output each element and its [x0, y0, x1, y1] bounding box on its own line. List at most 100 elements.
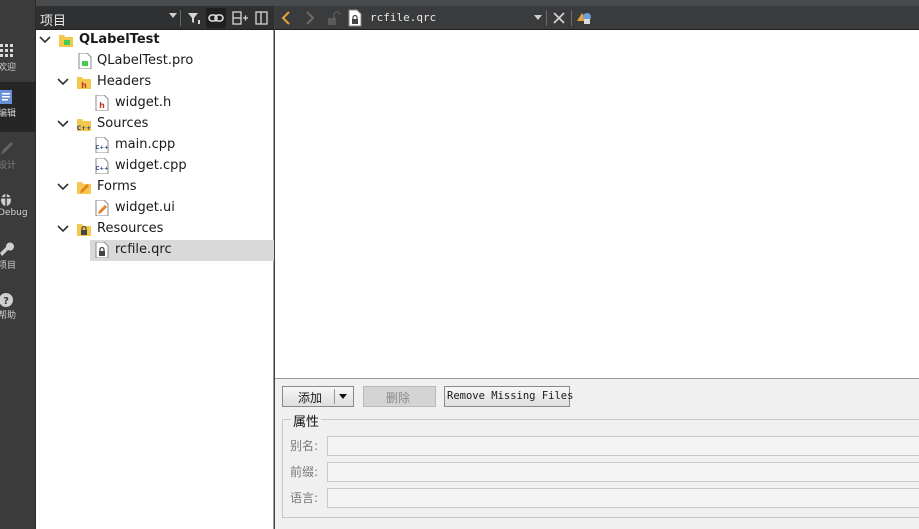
open-file-combo[interactable]: rcfile.qrc [370, 11, 436, 24]
cpp-file-icon: C++ [95, 137, 109, 153]
remove-missing-files-label: Remove Missing Files [447, 390, 574, 402]
pencil-icon [1, 142, 13, 155]
mode-design-label: 设计 [0, 161, 17, 171]
tree-item-headers[interactable]: h Headers [36, 72, 274, 93]
arrow-right-icon [306, 11, 315, 25]
svg-text:h: h [81, 81, 87, 90]
alias-label: 别名: [290, 439, 319, 453]
expand-arrow-icon[interactable] [57, 119, 69, 129]
tree-item-label: rcfile.qrc [115, 242, 172, 257]
resource-tree-view[interactable] [275, 30, 919, 379]
mode-projects[interactable]: 项目 [0, 234, 36, 280]
file-lock-button[interactable] [323, 8, 343, 28]
split-editor-button[interactable] [574, 8, 594, 28]
mode-debug-label: Debug [0, 208, 28, 218]
headers-folder-icon: h [77, 77, 91, 90]
tree-item-rcfile-qrc[interactable]: rcfile.qrc [90, 240, 274, 261]
arrow-left-icon [281, 11, 290, 25]
project-tree[interactable]: QLabelTest QLabelTest.pro h Headers h wi… [36, 30, 274, 529]
tree-item-widget-cpp[interactable]: C++ widget.cpp [36, 156, 274, 177]
svg-text:h: h [99, 101, 105, 110]
close-document-button[interactable] [549, 8, 569, 28]
tree-item-label: widget.ui [115, 200, 175, 215]
navigate-back-button[interactable] [277, 8, 297, 28]
tree-item-pro-file[interactable]: QLabelTest.pro [36, 51, 274, 72]
chevron-down-icon[interactable] [534, 15, 542, 20]
mode-help-label: 帮助 [0, 311, 17, 321]
tree-item-resources[interactable]: Resources [36, 219, 274, 240]
tree-item-widget-ui[interactable]: widget.ui [36, 198, 274, 219]
ui-file-icon [95, 200, 109, 216]
mode-sidebar: 欢迎 编辑 设计 Debug 项目 ? 帮助 [0, 0, 36, 529]
tree-item-project[interactable]: QLabelTest [36, 30, 274, 51]
chevron-down-icon[interactable] [339, 394, 347, 399]
remove-missing-files-button[interactable]: Remove Missing Files [444, 386, 574, 407]
split-add-icon [232, 11, 248, 25]
wrench-icon [0, 242, 14, 256]
svg-text:C++: C++ [95, 166, 109, 172]
prefix-label: 前缀: [290, 465, 319, 479]
tree-item-label: widget.cpp [115, 158, 187, 173]
svg-text:C++: C++ [77, 125, 91, 132]
alias-field[interactable] [327, 436, 919, 456]
edit-document-icon [0, 90, 12, 104]
mode-edit[interactable]: 编辑 [0, 82, 36, 132]
properties-title: 属性 [291, 411, 322, 430]
close-pane-button[interactable] [252, 8, 272, 28]
forms-folder-icon [77, 182, 91, 194]
split-button[interactable] [230, 8, 250, 28]
close-icon [553, 12, 565, 24]
language-field[interactable] [327, 488, 919, 508]
mode-design[interactable]: 设计 [0, 134, 36, 180]
tree-item-label: widget.h [115, 95, 172, 110]
unlock-icon [328, 11, 341, 25]
tree-item-label: Headers [97, 74, 152, 89]
qrc-file-icon [95, 242, 109, 258]
expand-arrow-icon[interactable] [57, 224, 69, 234]
add-button-label: 添加 [298, 391, 323, 405]
tree-item-label: QLabelTest [79, 32, 160, 47]
pro-file-icon [78, 53, 92, 69]
resource-properties-panel: 添加 删除 Remove Missing Files 属性 别名: 前缀: 语言… [275, 379, 919, 529]
project-view-combo[interactable]: 项目 [40, 10, 66, 29]
project-pane-header: 项目 [36, 6, 274, 30]
help-icon: ? [0, 293, 13, 307]
mode-debug[interactable]: Debug [0, 184, 36, 230]
sync-with-editor-button[interactable] [206, 8, 226, 28]
tree-item-label: Forms [97, 179, 137, 194]
split-editor-icon [577, 13, 591, 24]
navigate-forward-button[interactable] [299, 8, 319, 28]
mode-projects-label: 项目 [0, 261, 17, 271]
sources-folder-icon: C++ [77, 119, 91, 132]
editor-toolbar: rcfile.qrc [275, 6, 919, 30]
toolbar-separator [571, 10, 572, 26]
resources-folder-icon [77, 224, 91, 236]
expand-arrow-icon[interactable] [39, 35, 51, 45]
tree-item-forms[interactable]: Forms [36, 177, 274, 198]
remove-button[interactable]: 删除 [363, 386, 436, 407]
mode-help[interactable]: ? 帮助 [0, 284, 36, 330]
toolbar-separator [180, 10, 181, 26]
close-sidebar-icon [255, 11, 268, 25]
tree-item-sources[interactable]: C++ Sources [36, 114, 274, 135]
expand-arrow-icon[interactable] [57, 182, 69, 192]
svg-text:?: ? [3, 296, 9, 307]
tree-item-widget-h[interactable]: h widget.h [36, 93, 274, 114]
toolbar-separator [546, 10, 547, 26]
language-label: 语言: [290, 491, 319, 505]
mode-welcome[interactable]: 欢迎 [0, 36, 36, 82]
svg-text:C++: C++ [95, 145, 109, 151]
chevron-down-icon[interactable] [169, 13, 177, 18]
project-icon [59, 35, 73, 47]
remove-button-label: 删除 [386, 391, 411, 405]
tree-item-label: Resources [97, 221, 164, 236]
tree-item-main-cpp[interactable]: C++ main.cpp [36, 135, 274, 156]
add-button[interactable]: 添加 [282, 386, 354, 407]
expand-arrow-icon[interactable] [57, 77, 69, 87]
tree-item-label: Sources [97, 116, 149, 131]
header-file-icon: h [95, 95, 109, 111]
filter-button[interactable] [184, 8, 204, 28]
dropdown-separator [334, 389, 335, 404]
cpp-file-icon: C++ [95, 158, 109, 174]
prefix-field[interactable] [327, 462, 919, 482]
